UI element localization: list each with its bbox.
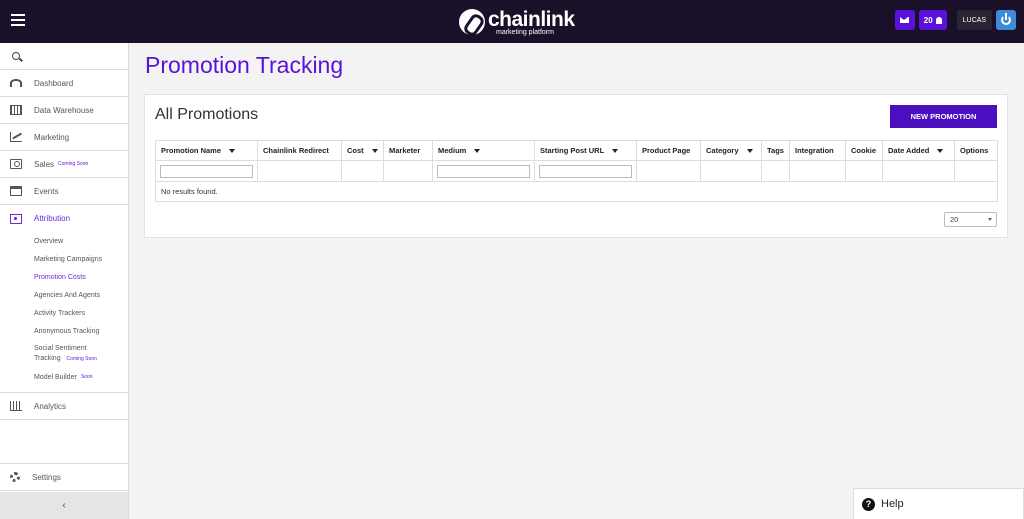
user-name[interactable]: LUCAS	[956, 10, 992, 30]
coming-soon-badge: Coming Soon	[66, 356, 97, 362]
col-date-added[interactable]: Date Added	[882, 140, 955, 161]
col-chainlink-redirect: Chainlink Redirect	[257, 140, 342, 161]
sidebar-subitem-overview[interactable]: Overview	[0, 232, 128, 250]
new-promotion-button[interactable]: NEW PROMOTION	[890, 105, 997, 128]
soon-badge: Soon	[80, 374, 93, 380]
sort-caret-icon[interactable]	[229, 149, 236, 154]
sidebar-item-label: Analytics	[34, 401, 67, 411]
sidebar-item-label: Settings	[32, 472, 61, 482]
sidebar-item-data-warehouse[interactable]: Data Warehouse	[0, 97, 128, 124]
sidebar-item-label: Events	[34, 186, 59, 196]
sidebar-subitem-anonymous-tracking[interactable]: Anonymous Tracking	[0, 322, 128, 340]
sidebar-search[interactable]	[0, 43, 128, 70]
sidebar-item-label: Marketing	[34, 132, 70, 142]
sort-caret-icon[interactable]	[746, 149, 753, 154]
sidebar-subitem-agencies-and-agents[interactable]: Agencies And Agents	[0, 286, 128, 304]
page-title: Promotion Tracking	[145, 52, 344, 78]
promotion-name-filter-input[interactable]	[160, 164, 253, 178]
sidebar-subitem-label-line2: Tracking	[34, 355, 61, 362]
card-title: All Promotions	[155, 106, 259, 123]
sort-caret-icon[interactable]	[937, 149, 944, 154]
col-category[interactable]: Category	[700, 140, 762, 161]
menu-icon[interactable]	[11, 14, 25, 26]
col-product-page: Product Page	[636, 140, 701, 161]
dropdown-arrow-icon	[988, 218, 992, 221]
medium-filter-input[interactable]	[437, 164, 530, 178]
warehouse-icon	[10, 105, 22, 115]
logo[interactable]: chainlink marketing platform	[459, 7, 575, 37]
mail-icon	[900, 17, 910, 23]
col-starting-post-url[interactable]: Starting Post URL	[534, 140, 637, 161]
col-marketer: Marketer	[383, 140, 433, 161]
sidebar: Dashboard Data Warehouse Marketing Sales…	[0, 43, 129, 519]
sidebar-item-label: Attribution	[34, 214, 71, 223]
sidebar-subitem-marketing-campaigns[interactable]: Marketing Campaigns	[0, 250, 128, 268]
sort-caret-icon[interactable]	[612, 149, 619, 154]
col-medium[interactable]: Medium	[432, 140, 535, 161]
table-header-row: Promotion Name Chainlink Redirect Cost M…	[155, 140, 998, 161]
col-options: Options	[954, 140, 998, 161]
dashboard-icon	[10, 79, 22, 87]
sidebar-item-settings[interactable]: Settings	[0, 464, 128, 491]
notifications-count: 20	[923, 15, 933, 25]
sidebar-item-label: Dashboard	[34, 78, 74, 88]
sidebar-subitem-promotion-costs[interactable]: Promotion Costs	[0, 268, 128, 286]
sidebar-item-marketing[interactable]: Marketing	[0, 124, 128, 151]
sidebar-subitem-label: Model Builder	[34, 373, 77, 381]
col-integration: Integration	[789, 140, 846, 161]
empty-row: No results found.	[155, 181, 998, 202]
chevron-left-icon: ‹	[62, 500, 66, 511]
sidebar-item-analytics[interactable]: Analytics	[0, 393, 128, 420]
bar-chart-icon	[10, 401, 22, 411]
coming-soon-badge: Coming Soon	[58, 161, 89, 167]
col-tags: Tags	[761, 140, 790, 161]
bell-icon	[935, 16, 942, 24]
sidebar-item-label: Sales	[34, 159, 55, 169]
sidebar-item-events[interactable]: Events	[0, 178, 128, 205]
sidebar-subitem-label: Social Sentiment	[34, 345, 87, 352]
chainlink-logo-icon	[459, 9, 485, 35]
calendar-icon	[10, 186, 22, 196]
col-cost[interactable]: Cost	[341, 140, 384, 161]
sidebar-item-label: Data Warehouse	[34, 105, 94, 115]
messages-button[interactable]	[894, 10, 915, 30]
sort-caret-icon[interactable]	[474, 149, 481, 154]
sort-caret-icon[interactable]	[371, 149, 378, 154]
starting-post-url-filter-input[interactable]	[539, 164, 632, 178]
question-circle-icon: ?	[862, 497, 875, 511]
power-icon[interactable]	[996, 10, 1016, 30]
filter-row	[155, 160, 998, 182]
help-button[interactable]: ? Help	[853, 488, 1024, 519]
sidebar-item-dashboard[interactable]: Dashboard	[0, 70, 128, 97]
empty-message: No results found.	[155, 181, 998, 202]
sidebar-item-sales[interactable]: Sales Coming Soon	[0, 151, 128, 178]
sidebar-subitem-activity-trackers[interactable]: Activity Trackers	[0, 304, 128, 322]
sidebar-subitem-social-sentiment-tracking[interactable]: Social Sentiment Tracking Coming Soon	[0, 340, 128, 368]
money-icon	[10, 159, 22, 169]
chart-icon	[10, 132, 22, 142]
promotions-card: All Promotions NEW PROMOTION Promotion N…	[144, 94, 1008, 238]
notifications-button[interactable]: 20	[918, 10, 947, 30]
help-label: Help	[881, 498, 904, 510]
sidebar-collapse-button[interactable]: ‹	[0, 492, 128, 519]
col-cookie: Cookie	[845, 140, 883, 161]
col-promotion-name[interactable]: Promotion Name	[155, 140, 258, 161]
sidebar-item-attribution[interactable]: Attribution	[0, 205, 128, 232]
logo-name: chainlink	[488, 7, 575, 31]
gear-icon	[10, 472, 20, 482]
attribution-submenu: Overview Marketing Campaigns Promotion C…	[0, 232, 128, 393]
page-size-value: 20	[950, 215, 959, 224]
promotions-table: Promotion Name Chainlink Redirect Cost M…	[155, 140, 998, 202]
page-size-select[interactable]: 20	[944, 212, 997, 227]
attribution-icon	[10, 213, 22, 224]
sidebar-subitem-model-builder[interactable]: Model Builder Soon	[0, 368, 128, 386]
top-bar: chainlink marketing platform 20 LUCAS	[0, 0, 1024, 43]
search-icon[interactable]	[12, 52, 20, 60]
